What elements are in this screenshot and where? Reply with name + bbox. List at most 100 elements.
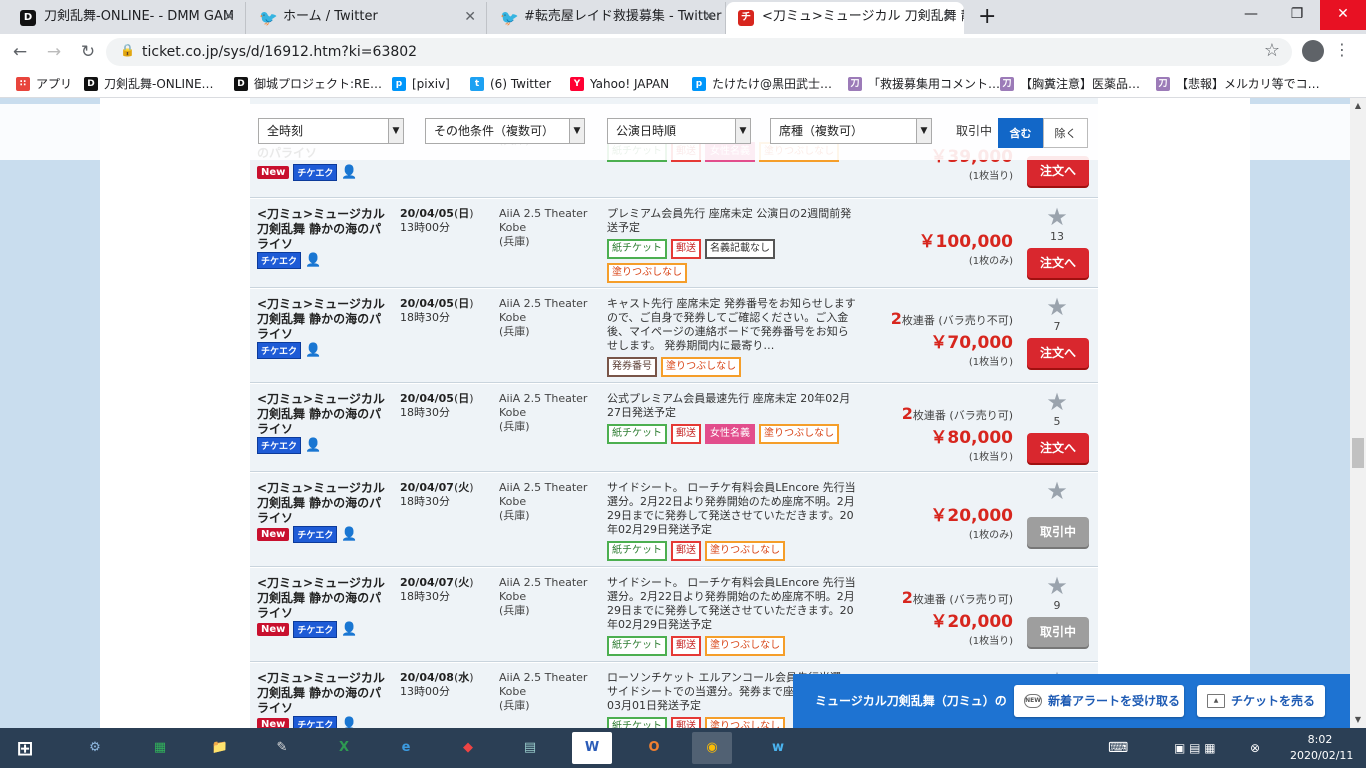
listing-title[interactable]: <刀ミュ>ミュージカル 刀剣乱舞 静かの海のパライソ xyxy=(257,207,389,252)
taskbar-clock[interactable]: 8:02 2020/02/11 xyxy=(1290,732,1353,764)
browser-tab[interactable]: D 刀剣乱舞-ONLINE- - DMM GAM ✕ xyxy=(8,2,246,34)
close-tab-icon[interactable]: ✕ xyxy=(223,2,235,32)
venue-prefecture: (兵庫) xyxy=(499,235,530,248)
listing-badges: チケエク 👤 xyxy=(257,252,321,269)
bookmark-item[interactable]: 刀【悲報】メルカリ等でコ… xyxy=(1156,70,1320,98)
bookmark-item[interactable]: D 刀剣乱舞-ONLINE… xyxy=(84,70,214,98)
favorite-star-icon[interactable]: ★ xyxy=(1044,479,1070,503)
exclude-toggle[interactable]: 除く xyxy=(1043,118,1088,148)
bookmark-item[interactable]: 刀【胸糞注意】医薬品… xyxy=(1000,70,1140,98)
sort-select[interactable]: 公演日時順 ▼ xyxy=(607,118,751,144)
chevron-down-icon: ▼ xyxy=(569,119,584,143)
excel-icon[interactable]: X xyxy=(324,732,364,764)
bookmark-item[interactable]: ∷ アプリ xyxy=(16,70,72,98)
minimize-button[interactable]: — xyxy=(1228,0,1274,30)
receive-alert-button[interactable]: NEW 新着アラートを受け取る xyxy=(1014,685,1184,717)
listing-venue: AiiA 2.5 Theater Kobe (兵庫) xyxy=(499,481,599,523)
windows-start-icon[interactable]: ⊞ xyxy=(5,732,45,764)
app-w-icon[interactable]: w xyxy=(758,732,798,764)
favorite-star-icon[interactable]: ★ xyxy=(1044,295,1070,319)
browser-tab[interactable]: 🐦 ホーム / Twitter ✕ xyxy=(247,2,487,34)
favorite-star-icon[interactable]: ★ xyxy=(1044,390,1070,414)
app-icon[interactable]: ⚙ xyxy=(75,732,115,764)
listing-title[interactable]: <刀ミュ>ミュージカル 刀剣乱舞 静かの海のパライソ xyxy=(257,671,389,716)
page-scrollbar[interactable]: ▲ ▼ xyxy=(1350,98,1366,728)
listing-weekday: 日 xyxy=(458,297,470,310)
order-button[interactable]: 注文へ xyxy=(1027,433,1089,463)
bookmark-item[interactable]: t (6) Twitter xyxy=(470,70,551,98)
description-text: キャスト先行 座席未定 発券番号をお知らせしますので、ご自身で発券してご確認くだ… xyxy=(607,297,856,352)
price-unit: (1枚当り) xyxy=(968,171,1013,182)
dealing-filter-label: 取引中 xyxy=(956,124,993,138)
word-icon[interactable]: W xyxy=(572,732,612,764)
network-app-icon[interactable]: ▤ xyxy=(510,732,550,764)
back-icon[interactable]: ← xyxy=(8,40,32,64)
favorite-star-icon[interactable]: ★ xyxy=(1044,574,1070,598)
browser-tab[interactable]: チ <刀ミュ>ミュージカル 刀剣乱舞 静か✕ xyxy=(726,2,964,34)
order-button[interactable]: 注文へ xyxy=(1027,338,1089,368)
alert-bar-label: ミュージカル刀剣乱舞（刀ミュ）の xyxy=(815,694,1007,708)
bookmark-item[interactable]: 刀「救援募集用コメント… xyxy=(848,70,1000,98)
ie-icon[interactable]: e xyxy=(386,732,426,764)
close-tab-icon[interactable]: ✕ xyxy=(703,2,715,32)
scroll-up-icon[interactable]: ▲ xyxy=(1350,98,1366,114)
listing-title[interactable]: <刀ミュ>ミュージカル 刀剣乱舞 静かの海のパライソ xyxy=(257,576,389,621)
scrollbar-thumb[interactable] xyxy=(1352,438,1364,468)
order-button[interactable]: 注文へ xyxy=(1027,156,1089,186)
venue-name: AiiA 2.5 Theater Kobe xyxy=(499,207,588,234)
chrome-icon[interactable]: ◉ xyxy=(692,732,732,764)
listing-title[interactable]: <刀ミュ>ミュージカル 刀剣乱舞 静かの海のパライソ xyxy=(257,297,389,342)
close-window-button[interactable]: ✕ xyxy=(1320,0,1366,30)
bookmark-item[interactable]: D 御城プロジェクト:RE… xyxy=(234,70,382,98)
other-filter-select[interactable]: その他条件（複数可） ▼ xyxy=(425,118,585,144)
tab-title: 刀剣乱舞-ONLINE- - DMM GAM xyxy=(44,9,235,24)
store-icon[interactable]: ▦ xyxy=(140,732,180,764)
photo-app-icon[interactable]: ◆ xyxy=(448,732,488,764)
outlook-icon[interactable]: O xyxy=(634,732,674,764)
listing-date: 20/04/05(日) 18時30分 xyxy=(400,392,474,419)
bookmark-star-icon[interactable]: ☆ xyxy=(1264,40,1280,61)
bookmark-item[interactable]: p [pixiv] xyxy=(392,70,450,98)
tab-title: ホーム / Twitter xyxy=(283,9,378,24)
tray-icons[interactable]: ▣ ▤ ▦ xyxy=(1174,728,1216,768)
favorite-star-icon[interactable]: ★ xyxy=(1044,205,1070,229)
bookmark-label: Yahoo! JAPAN xyxy=(590,77,670,91)
new-tab-button[interactable]: + xyxy=(978,4,996,29)
seat-count-number: 2 xyxy=(901,404,913,423)
menu-icon[interactable]: ⋮ xyxy=(1334,40,1350,59)
scroll-down-icon[interactable]: ▼ xyxy=(1350,712,1366,728)
account-avatar-icon[interactable] xyxy=(1302,40,1324,62)
time-filter-select[interactable]: 全時刻 ▼ xyxy=(258,118,404,144)
listing-tags: 紙チケット 郵送 塗りつぶしなし xyxy=(607,541,857,561)
sell-ticket-button[interactable]: ▲ チケットを売る xyxy=(1197,685,1325,717)
browser-tab[interactable]: 🐦 #転売屋レイド救援募集 - Twitter ✕ xyxy=(488,2,726,34)
paint-icon[interactable]: ✎ xyxy=(262,732,302,764)
address-bar[interactable]: 🔒 ticket.co.jp/sys/d/16912.htm?ki=63802 … xyxy=(106,38,1292,66)
restore-button[interactable]: ❐ xyxy=(1274,0,1320,30)
keyboard-icon[interactable]: ⌨ xyxy=(1108,728,1128,768)
venue-prefecture: (兵庫) xyxy=(499,699,530,712)
ticket-tag: 紙チケット xyxy=(607,541,667,561)
bookmark-item[interactable]: Y Yahoo! JAPAN xyxy=(570,70,669,98)
listing-tags: 紙チケット郵送女性名義塗りつぶしなし xyxy=(607,424,857,444)
venue-name: AiiA 2.5 Theater Kobe xyxy=(499,671,588,698)
close-tab-icon[interactable]: ✕ xyxy=(942,2,954,32)
bookmark-item[interactable]: p たけたけ@黒田武士… xyxy=(692,70,832,98)
order-button[interactable]: 注文へ xyxy=(1027,248,1089,278)
listing-title[interactable]: <刀ミュ>ミュージカル 刀剣乱舞 静かの海のパライソ xyxy=(257,481,389,526)
new-badge: New xyxy=(257,166,290,179)
reload-icon[interactable]: ↻ xyxy=(76,40,100,64)
include-toggle[interactable]: 含む xyxy=(998,118,1043,148)
notification-icon[interactable]: ⊗ xyxy=(1250,728,1260,768)
listing-venue: AiiA 2.5 Theater Kobe (兵庫) xyxy=(499,576,599,618)
ticket-check-badge: チケエク xyxy=(257,342,302,359)
listing-time: 18時30分 xyxy=(400,406,450,419)
ticket-tag: 塗りつぶしなし xyxy=(705,541,786,561)
seat-filter-select[interactable]: 席種（複数可） ▼ xyxy=(770,118,932,144)
listing-title[interactable]: <刀ミュ>ミュージカル 刀剣乱舞 静かの海のパライソ xyxy=(257,392,389,437)
forward-icon[interactable]: → xyxy=(42,40,66,64)
explorer-icon[interactable]: 📁 xyxy=(200,732,240,764)
listing-date-value: 20/04/05 xyxy=(400,392,454,405)
venue-prefecture: (兵庫) xyxy=(499,604,530,617)
close-tab-icon[interactable]: ✕ xyxy=(464,2,476,32)
